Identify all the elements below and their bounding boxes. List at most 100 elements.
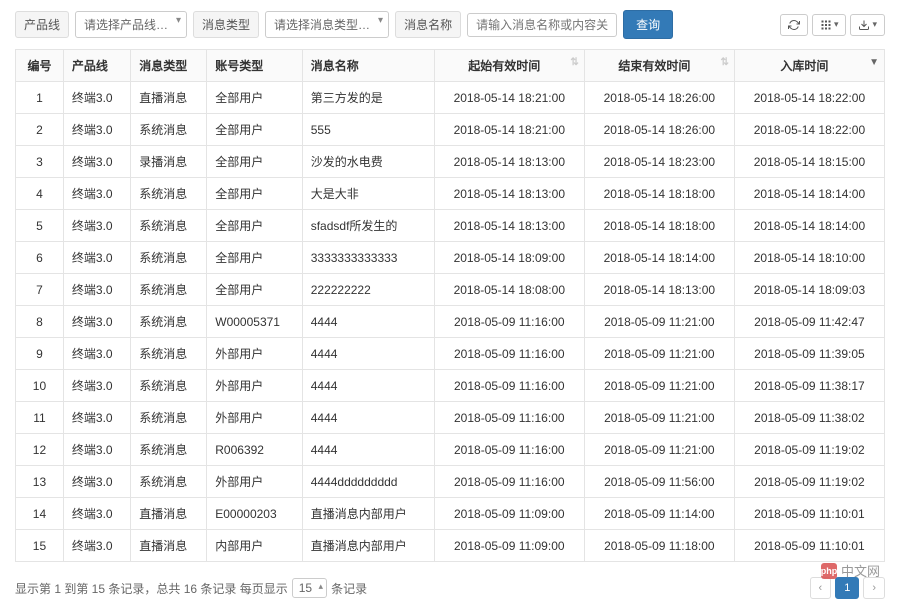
table-cell: 2018-05-14 18:23:00 (584, 146, 734, 178)
table-row[interactable]: 9终端3.0系统消息外部用户44442018-05-09 11:16:00201… (16, 338, 885, 370)
table-cell: sfadsdf所发生的 (302, 210, 434, 242)
search-input[interactable] (467, 13, 617, 37)
table-row[interactable]: 13终端3.0系统消息外部用户4444ddddddddd2018-05-09 1… (16, 466, 885, 498)
table-cell: 全部用户 (207, 114, 302, 146)
table-row[interactable]: 6终端3.0系统消息全部用户33333333333332018-05-14 18… (16, 242, 885, 274)
table-cell: W00005371 (207, 306, 302, 338)
table-cell: 系统消息 (131, 306, 207, 338)
table-cell: 外部用户 (207, 370, 302, 402)
table-cell: 2018-05-09 11:16:00 (434, 402, 584, 434)
table-cell: 系统消息 (131, 338, 207, 370)
table-cell: 终端3.0 (63, 114, 130, 146)
table-cell: 222222222 (302, 274, 434, 306)
table-cell: 2018-05-09 11:42:47 (734, 306, 884, 338)
table-body: 1终端3.0直播消息全部用户第三方发的是2018-05-14 18:21:002… (16, 82, 885, 562)
col-account-type[interactable]: 账号类型 (207, 50, 302, 82)
table-cell: 11 (16, 402, 64, 434)
col-start-time[interactable]: 起始有效时间 (434, 50, 584, 82)
table-cell: 直播消息内部用户 (302, 498, 434, 530)
table-cell: 2018-05-09 11:16:00 (434, 306, 584, 338)
table-row[interactable]: 10终端3.0系统消息外部用户44442018-05-09 11:16:0020… (16, 370, 885, 402)
table-cell: 4444 (302, 306, 434, 338)
table-cell: 2018-05-09 11:10:01 (734, 530, 884, 562)
table-row[interactable]: 15终端3.0直播消息内部用户直播消息内部用户2018-05-09 11:09:… (16, 530, 885, 562)
table-cell: 10 (16, 370, 64, 402)
table-row[interactable]: 8终端3.0系统消息W0000537144442018-05-09 11:16:… (16, 306, 885, 338)
col-created-time[interactable]: 入库时间 (734, 50, 884, 82)
table-cell: 第三方发的是 (302, 82, 434, 114)
col-end-time[interactable]: 结束有效时间 (584, 50, 734, 82)
table-cell: 2018-05-14 18:09:00 (434, 242, 584, 274)
table-row[interactable]: 1终端3.0直播消息全部用户第三方发的是2018-05-14 18:21:002… (16, 82, 885, 114)
table-cell: 2018-05-14 18:21:00 (434, 114, 584, 146)
table-cell: 2018-05-14 18:13:00 (434, 146, 584, 178)
export-button[interactable]: ▾ (850, 14, 885, 36)
table-cell: 2 (16, 114, 64, 146)
table-cell: 2018-05-09 11:21:00 (584, 402, 734, 434)
summary-prefix: 显示第 1 到第 15 条记录，总共 16 条记录 每页显示 (15, 580, 288, 597)
query-button[interactable]: 查询 (623, 10, 673, 39)
table-cell: 4444ddddddddd (302, 466, 434, 498)
refresh-button[interactable] (780, 14, 808, 36)
table-cell: 2018-05-09 11:14:00 (584, 498, 734, 530)
table-cell: 直播消息 (131, 82, 207, 114)
table-cell: 2018-05-09 11:21:00 (584, 370, 734, 402)
table-cell: 2018-05-14 18:14:00 (584, 242, 734, 274)
msg-name-label: 消息名称 (395, 11, 461, 38)
page-size-select[interactable]: 15 (292, 578, 327, 598)
col-id[interactable]: 编号 (16, 50, 64, 82)
table-footer: 显示第 1 到第 15 条记录，总共 16 条记录 每页显示 15 条记录 ‹ … (15, 577, 885, 599)
table-cell: 2018-05-09 11:16:00 (434, 466, 584, 498)
next-page-button[interactable]: › (863, 577, 885, 599)
chevron-down-icon: ▾ (872, 19, 877, 30)
table-cell: 3 (16, 146, 64, 178)
table-cell: 2018-05-14 18:14:00 (734, 210, 884, 242)
table-cell: 1 (16, 82, 64, 114)
table-cell: 2018-05-14 18:08:00 (434, 274, 584, 306)
table-cell: 15 (16, 530, 64, 562)
product-line-select[interactable]: 请选择产品线… (75, 11, 187, 38)
table-row[interactable]: 14终端3.0直播消息E00000203直播消息内部用户2018-05-09 1… (16, 498, 885, 530)
table-cell: 2018-05-09 11:38:17 (734, 370, 884, 402)
data-table: 编号 产品线 消息类型 账号类型 消息名称 起始有效时间 结束有效时间 入库时间… (15, 49, 885, 562)
col-msg-type[interactable]: 消息类型 (131, 50, 207, 82)
col-product-line[interactable]: 产品线 (63, 50, 130, 82)
table-cell: 4 (16, 178, 64, 210)
col-msg-name[interactable]: 消息名称 (302, 50, 434, 82)
table-cell: 2018-05-14 18:21:00 (434, 82, 584, 114)
table-cell: R006392 (207, 434, 302, 466)
table-cell: 2018-05-09 11:19:02 (734, 434, 884, 466)
table-cell: 12 (16, 434, 64, 466)
table-cell: 终端3.0 (63, 402, 130, 434)
table-cell: 系统消息 (131, 434, 207, 466)
table-cell: 直播消息 (131, 498, 207, 530)
prev-page-button[interactable]: ‹ (810, 577, 832, 599)
table-row[interactable]: 5终端3.0系统消息全部用户sfadsdf所发生的2018-05-14 18:1… (16, 210, 885, 242)
page-1-button[interactable]: 1 (835, 577, 859, 599)
table-row[interactable]: 2终端3.0系统消息全部用户5552018-05-14 18:21:002018… (16, 114, 885, 146)
table-cell: 2018-05-09 11:21:00 (584, 434, 734, 466)
table-cell: 终端3.0 (63, 306, 130, 338)
table-cell: 5 (16, 210, 64, 242)
table-header-row: 编号 产品线 消息类型 账号类型 消息名称 起始有效时间 结束有效时间 入库时间 (16, 50, 885, 82)
table-cell: 全部用户 (207, 82, 302, 114)
table-cell: 4444 (302, 338, 434, 370)
table-cell: 系统消息 (131, 242, 207, 274)
table-cell: 2018-05-09 11:09:00 (434, 498, 584, 530)
table-cell: 录播消息 (131, 146, 207, 178)
table-cell: 2018-05-09 11:09:00 (434, 530, 584, 562)
msg-type-select[interactable]: 请选择消息类型… (265, 11, 389, 38)
table-row[interactable]: 3终端3.0录播消息全部用户沙发的水电费2018-05-14 18:13:002… (16, 146, 885, 178)
table-cell: 6 (16, 242, 64, 274)
table-row[interactable]: 7终端3.0系统消息全部用户2222222222018-05-14 18:08:… (16, 274, 885, 306)
table-cell: 4444 (302, 402, 434, 434)
table-row[interactable]: 11终端3.0系统消息外部用户44442018-05-09 11:16:0020… (16, 402, 885, 434)
toolbar-right: ▾ ▾ (780, 14, 885, 36)
table-cell: 2018-05-14 18:18:00 (584, 210, 734, 242)
table-row[interactable]: 4终端3.0系统消息全部用户大是大非2018-05-14 18:13:00201… (16, 178, 885, 210)
table-cell: 2018-05-14 18:22:00 (734, 114, 884, 146)
table-cell: 终端3.0 (63, 242, 130, 274)
columns-button[interactable]: ▾ (812, 14, 847, 36)
table-cell: 7 (16, 274, 64, 306)
table-row[interactable]: 12终端3.0系统消息R00639244442018-05-09 11:16:0… (16, 434, 885, 466)
